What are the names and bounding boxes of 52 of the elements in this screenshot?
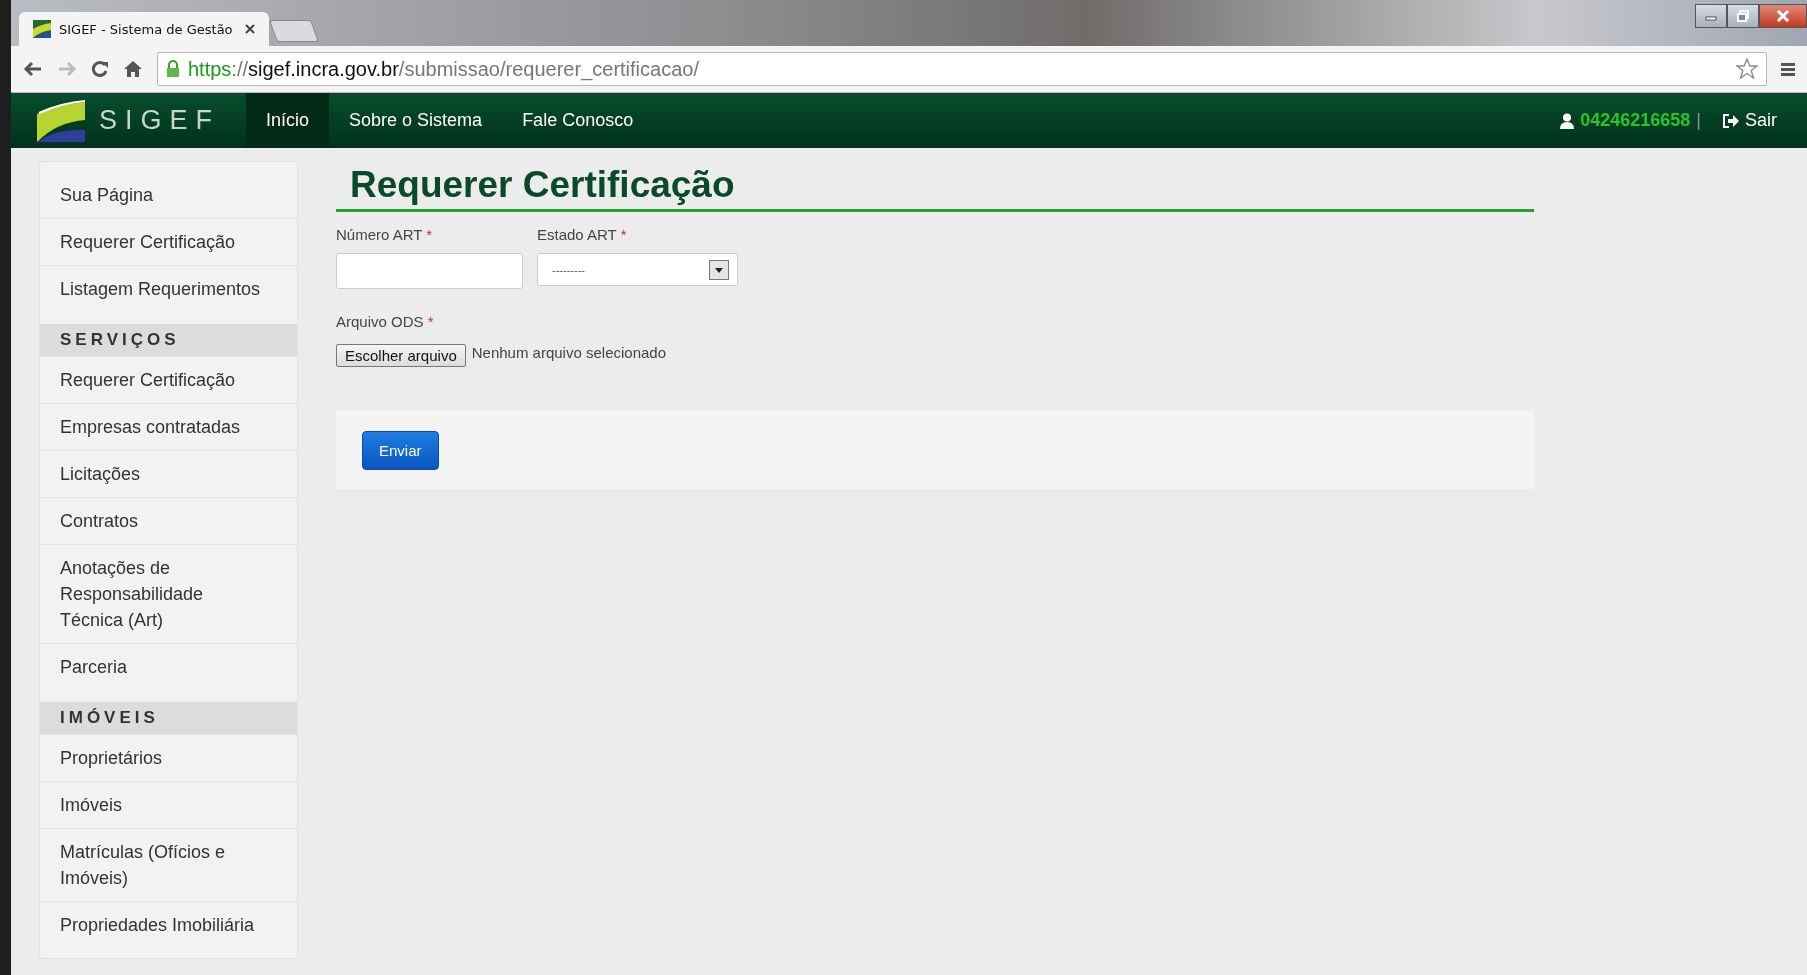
brand-name[interactable]: SIGEF — [99, 105, 220, 136]
sidebar-item[interactable]: Contratos — [40, 497, 297, 544]
restore-button[interactable] — [1727, 4, 1759, 28]
reload-icon[interactable] — [91, 60, 109, 78]
caret-icon — [709, 259, 729, 280]
new-tab-button[interactable] — [269, 20, 319, 42]
logout-link[interactable]: Sair — [1723, 110, 1777, 131]
lock-icon — [166, 60, 180, 78]
close-icon — [1776, 10, 1790, 22]
logo-icon — [37, 99, 87, 142]
submit-button[interactable]: Enviar — [362, 430, 439, 470]
page-title: Requerer Certificação — [336, 161, 1534, 212]
sidebar-item[interactable]: Requerer Certificação — [40, 218, 297, 265]
sidebar-item[interactable]: Anotações de Responsabilidade Técnica (Art) — [40, 544, 297, 643]
sidebar-item[interactable]: Proprietários — [40, 734, 297, 781]
user-icon — [1560, 112, 1575, 129]
menu-icon[interactable] — [1781, 61, 1795, 77]
nav-link[interactable]: Início — [246, 93, 330, 148]
field-label: Estado ART * — [537, 226, 628, 243]
sidebar-item[interactable]: Sua Página — [40, 172, 297, 218]
dropdown[interactable]: --------- — [537, 253, 738, 286]
sidebar-heading: IMÓVEIS — [40, 702, 297, 734]
sidebar-heading: SERVIÇOS — [40, 324, 297, 356]
nav-link[interactable]: Sobre o Sistema — [329, 93, 503, 148]
sidebar-item[interactable]: Requerer Certificação — [40, 356, 297, 403]
address-field[interactable]: https://sigef.incra.gov.br/submissao/requerer_certificacao/ — [157, 52, 1767, 86]
sidebar-item[interactable]: Imóveis — [40, 781, 297, 828]
home-icon[interactable] — [123, 60, 143, 78]
input-field[interactable] — [336, 253, 523, 289]
field-label: Arquivo ODS * — [336, 313, 435, 330]
sidebar-item[interactable]: Licitações — [40, 450, 297, 497]
choose-file-button[interactable]: Escolher arquivo — [336, 344, 466, 367]
field-label: Número ART * — [336, 226, 434, 243]
back-icon[interactable] — [23, 61, 43, 77]
sidebar-item[interactable]: Matrículas (Ofícios e Imóveis) — [40, 828, 297, 901]
sidebar-item[interactable]: Empresas contratadas — [40, 403, 297, 450]
restore-icon — [1737, 10, 1749, 22]
close-icon[interactable] — [245, 24, 255, 34]
user-id[interactable]: 04246216658 — [1580, 110, 1691, 131]
sidebar-item[interactable]: Propriedades Imobiliária — [40, 901, 297, 948]
sidebar-item[interactable]: Listagem Requerimentos — [40, 265, 297, 312]
close-button[interactable] — [1759, 4, 1807, 28]
file-status: Nenhum arquivo selecionado — [471, 344, 667, 361]
star-icon[interactable] — [1736, 58, 1758, 80]
minimize-button[interactable] — [1695, 4, 1727, 28]
tab-title: SIGEF - Sistema de Gestão — [59, 21, 233, 37]
logout-icon — [1723, 113, 1739, 128]
nav-link[interactable]: Fale Conosco — [502, 93, 654, 148]
separator: | — [1696, 110, 1701, 131]
browser-tab[interactable]: SIGEF - Sistema de Gestão — [19, 12, 269, 46]
sidebar-item[interactable]: Parceria — [40, 643, 297, 690]
logo-icon — [33, 20, 51, 38]
